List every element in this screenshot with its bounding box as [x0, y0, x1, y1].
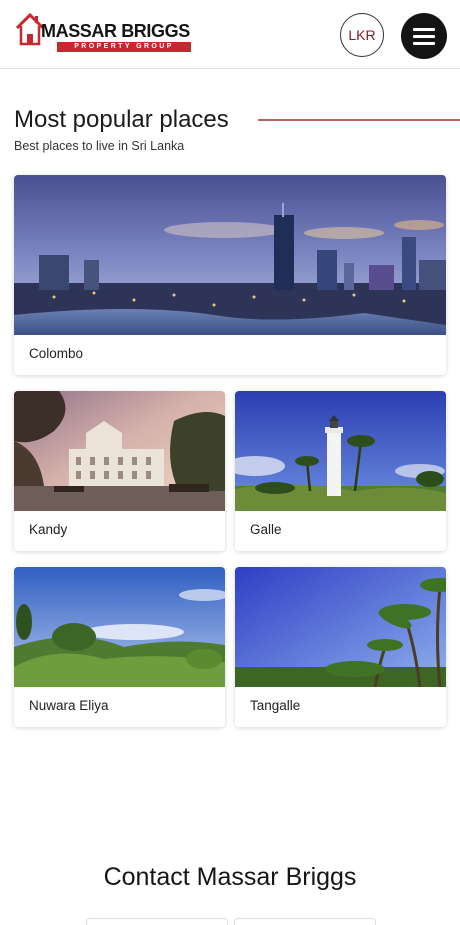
menu-bar	[413, 28, 435, 31]
section-title: Most popular places	[14, 106, 229, 133]
place-name: Colombo	[29, 346, 84, 361]
currency-selector-button[interactable]: LKR	[340, 13, 384, 57]
place-name: Kandy	[29, 522, 68, 537]
tangalle-palms-image	[235, 567, 446, 687]
menu-bar	[413, 35, 435, 38]
place-name: Tangalle	[250, 698, 301, 713]
nuwara-eliya-hills-image	[14, 567, 225, 687]
place-name: Galle	[250, 522, 282, 537]
galle-lighthouse-image	[235, 391, 446, 511]
place-card-colombo[interactable]: Colombo	[14, 175, 446, 375]
logo-title: MASSAR BRIGGS	[41, 21, 190, 41]
menu-bar	[413, 42, 435, 45]
section-title-divider	[258, 119, 460, 121]
place-card-tangalle[interactable]: Tangalle	[235, 567, 446, 727]
logo-subtitle: PROPERTY GROUP	[57, 42, 191, 52]
top-header: MASSAR BRIGGS PROPERTY GROUP LKR	[0, 0, 460, 69]
kandy-building-image	[14, 391, 225, 511]
hamburger-menu-button[interactable]	[401, 13, 447, 59]
brand-logo[interactable]: MASSAR BRIGGS PROPERTY GROUP	[15, 12, 191, 54]
colombo-skyline-image	[14, 175, 446, 335]
place-card-galle[interactable]: Galle	[235, 391, 446, 551]
place-name: Nuwara Eliya	[29, 698, 109, 713]
place-card-kandy[interactable]: Kandy	[14, 391, 225, 551]
section-subtitle: Best places to live in Sri Lanka	[14, 139, 185, 153]
contact-section-title: Contact Massar Briggs	[103, 863, 357, 891]
place-card-nuwara-eliya[interactable]: Nuwara Eliya	[14, 567, 225, 727]
